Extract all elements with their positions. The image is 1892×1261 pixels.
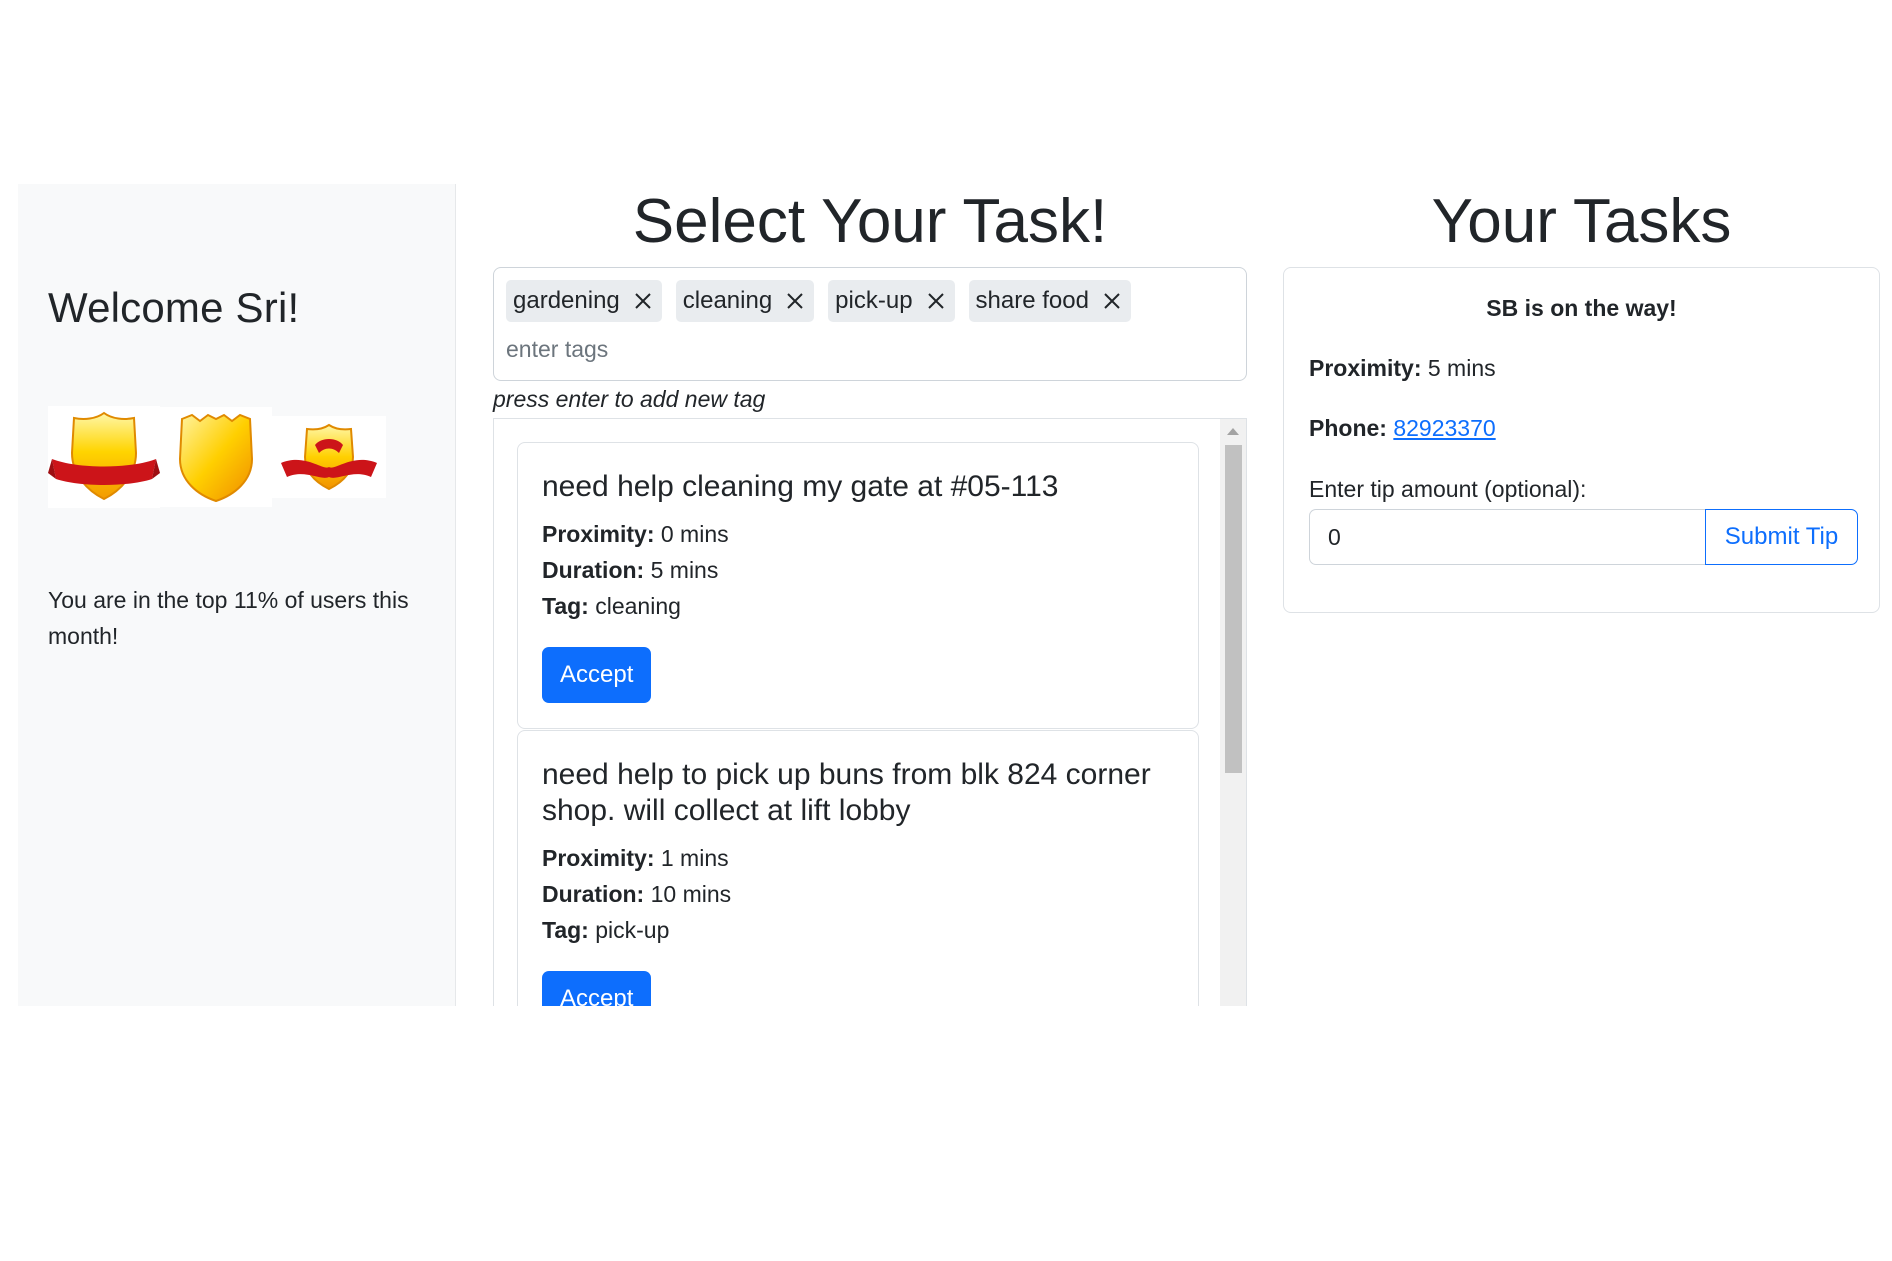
task-details: Proximity: 1 mins Duration: 10 mins Tag:… (542, 840, 731, 948)
task-status: SB is on the way! (1486, 295, 1677, 321)
remove-tag-icon[interactable] (1103, 292, 1121, 310)
remove-tag-icon[interactable] (634, 292, 652, 310)
submit-tip-button[interactable]: Submit Tip (1705, 509, 1858, 565)
tip-label: Enter tip amount (optional): (1309, 476, 1587, 502)
tag-hint: press enter to add new tag (493, 386, 766, 412)
task-proximity: Proximity: 0 mins (542, 516, 729, 552)
tag-chip-pick-up: pick-up (828, 280, 955, 322)
tag-input-box: gardening cleaning pick-up share food (493, 267, 1247, 381)
duration-value: 5 mins (650, 557, 719, 583)
tip-amount-input[interactable] (1309, 509, 1705, 565)
rank-text: You are in the top 11% of users this mon… (48, 587, 409, 649)
duration-label: Duration: (542, 881, 645, 907)
active-phone: Phone: 82923370 (1309, 415, 1496, 442)
tag-chip-share-food: share food (968, 280, 1131, 322)
sidebar: Welcome Sri! You are in the top 11% of u… (18, 184, 456, 1006)
duration-value: 10 mins (650, 881, 732, 907)
tag-input[interactable] (506, 336, 1226, 363)
gold-shield-ribbon-badge-icon (48, 406, 160, 508)
task-title: need help cleaning my gate at #05-113 (542, 470, 1059, 503)
proximity-label: Proximity: (542, 845, 655, 871)
gold-shield-badge-icon (160, 407, 272, 507)
task-duration: Duration: 5 mins (542, 552, 729, 588)
accept-button[interactable]: Accept (542, 647, 652, 703)
your-tasks-title: Your Tasks (1431, 187, 1732, 256)
proximity-value: 5 mins (1427, 355, 1496, 381)
active-proximity: Proximity: 5 mins (1309, 355, 1496, 382)
active-task-card: SB is on the way! Proximity: 5 mins Phon… (1283, 267, 1880, 613)
tag-chip-label: gardening (513, 287, 620, 314)
accept-button[interactable]: Accept (542, 971, 652, 1006)
tag-chip-gardening: gardening (506, 280, 662, 322)
tag-chip-cleaning: cleaning (675, 280, 815, 322)
task-title: need help to pick up buns from blk 824 c… (542, 758, 1151, 827)
remove-tag-icon[interactable] (927, 292, 945, 310)
phone-link[interactable]: 82923370 (1393, 415, 1495, 441)
welcome-heading: Welcome Sri! (48, 284, 300, 331)
task-duration: Duration: 10 mins (542, 876, 731, 912)
task-list[interactable]: need help cleaning my gate at #05-113 Pr… (493, 418, 1247, 1006)
task-card: need help to pick up buns from blk 824 c… (517, 730, 1199, 1006)
task-tag: Tag: pick-up (542, 912, 731, 948)
small-shield-ribbon-badge-icon (272, 416, 386, 498)
proximity-value: 0 mins (660, 521, 729, 547)
tag-chip-label: pick-up (835, 287, 913, 314)
tag-chip-label: share food (975, 287, 1089, 314)
task-proximity: Proximity: 1 mins (542, 840, 731, 876)
tag-value: pick-up (595, 917, 670, 943)
page: Welcome Sri! You are in the top 11% of u… (0, 0, 1892, 1261)
task-tag: Tag: cleaning (542, 588, 729, 624)
duration-label: Duration: (542, 557, 645, 583)
scroll-up-icon[interactable] (1227, 428, 1239, 435)
phone-label: Phone: (1309, 415, 1387, 441)
task-list-scrollbar[interactable] (1220, 419, 1246, 1006)
scroll-thumb[interactable] (1225, 445, 1242, 773)
badge-list (48, 406, 386, 508)
tag-list: gardening cleaning pick-up share food (506, 280, 1131, 322)
tag-label: Tag: (542, 917, 589, 943)
select-task-title: Select Your Task! (632, 187, 1108, 256)
proximity-label: Proximity: (542, 521, 655, 547)
tag-value: cleaning (595, 593, 681, 619)
task-details: Proximity: 0 mins Duration: 5 mins Tag: … (542, 516, 729, 624)
task-card: need help cleaning my gate at #05-113 Pr… (517, 442, 1199, 729)
tag-chip-label: cleaning (682, 287, 773, 314)
proximity-label: Proximity: (1309, 355, 1422, 381)
tag-label: Tag: (542, 593, 589, 619)
remove-tag-icon[interactable] (786, 292, 804, 310)
proximity-value: 1 mins (660, 845, 729, 871)
